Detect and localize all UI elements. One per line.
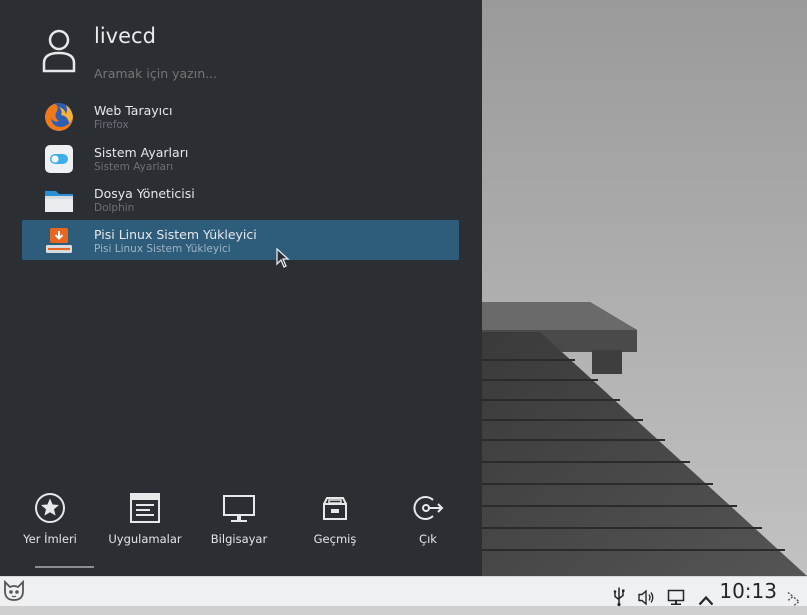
tab-label: Uygulamalar: [108, 532, 182, 546]
folder-icon: [45, 191, 73, 212]
history-icon: [323, 497, 347, 520]
tab-label: Çık: [419, 532, 437, 546]
app-name: Sistem Ayarları: [94, 145, 189, 160]
star-icon: [35, 493, 65, 523]
app-name: Dosya Yöneticisi: [94, 186, 195, 201]
panel-menu-icon[interactable]: [785, 584, 801, 613]
user-icon[interactable]: [40, 27, 78, 73]
active-tab-indicator: [35, 566, 94, 568]
app-item-web-browser[interactable]: Web Tarayıcı Firefox: [22, 96, 459, 136]
system-settings-icon: [45, 145, 73, 173]
application-launcher: livecd Web Tarayıcı Firefox Sistem Ayarl…: [0, 0, 482, 576]
app-subtitle: Pisi Linux Sistem Yükleyici: [94, 243, 231, 255]
app-item-system-settings[interactable]: Sistem Ayarları Sistem Ayarları: [22, 138, 459, 178]
tab-applications[interactable]: Uygulamalar: [100, 490, 190, 560]
volume-icon[interactable]: [637, 583, 655, 612]
tab-label: Geçmiş: [313, 532, 357, 546]
leave-icon: [413, 496, 444, 520]
search-input[interactable]: [94, 64, 424, 82]
mouse-cursor-icon: [276, 248, 290, 268]
applications-icon: [130, 493, 160, 523]
firefox-icon: [45, 103, 73, 131]
pisi-cat-icon[interactable]: [2, 579, 26, 603]
tab-label: Yer İmleri: [23, 532, 77, 546]
app-item-file-manager[interactable]: Dosya Yöneticisi Dolphin: [22, 179, 459, 219]
network-icon[interactable]: [667, 583, 685, 612]
app-subtitle: Firefox: [94, 119, 129, 131]
taskbar: 10:13: [0, 576, 807, 607]
computer-icon: [223, 495, 255, 522]
app-name: Web Tarayıcı: [94, 103, 173, 118]
app-subtitle: Sistem Ayarları: [94, 161, 174, 173]
tab-bookmarks[interactable]: Yer İmleri: [5, 490, 95, 560]
app-subtitle: Dolphin: [94, 202, 135, 214]
chevron-up-icon[interactable]: [698, 586, 714, 615]
usb-icon[interactable]: [612, 582, 626, 611]
app-name: Pisi Linux Sistem Yükleyici: [94, 227, 257, 242]
clock[interactable]: 10:13: [719, 579, 777, 603]
app-item-pisi-installer[interactable]: Pisi Linux Sistem Yükleyici Pisi Linux S…: [22, 220, 459, 260]
tab-history[interactable]: Geçmiş: [290, 490, 380, 560]
tab-leave[interactable]: Çık: [383, 490, 473, 560]
tab-label: Bilgisayar: [210, 532, 268, 546]
installer-icon: [46, 228, 72, 253]
tab-computer[interactable]: Bilgisayar: [194, 490, 284, 560]
username: livecd: [94, 24, 156, 48]
